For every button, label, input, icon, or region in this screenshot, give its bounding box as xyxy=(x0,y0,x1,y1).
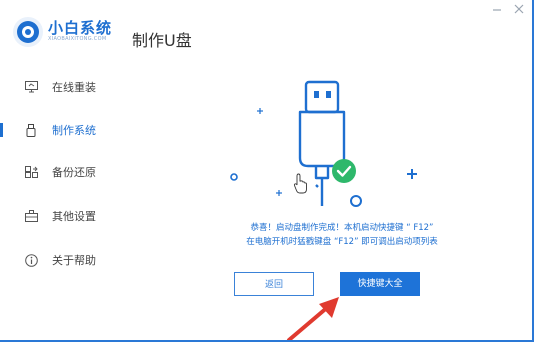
decorative-ring xyxy=(350,195,362,207)
usb-icon xyxy=(24,123,38,137)
sparkle-icon xyxy=(276,190,282,196)
hand-cursor-icon xyxy=(293,173,307,194)
annotation-arrow-icon xyxy=(287,297,339,342)
xiaobai-logo xyxy=(13,17,43,47)
sidebar-item-other-settings[interactable]: 其他设置 xyxy=(0,202,115,230)
sidebar-item-label: 制作系统 xyxy=(52,124,96,137)
message-line-1: 恭喜！启动盘制作完成！本机启动快捷键 “ F12” xyxy=(250,223,434,233)
backup-icon xyxy=(24,165,38,179)
active-indicator xyxy=(0,123,3,137)
brand-subtitle: XIAOBAIXITONG.COM xyxy=(48,36,107,42)
close-icon[interactable] xyxy=(512,4,526,18)
sidebar-item-make-system[interactable]: 制作系统 xyxy=(0,116,115,144)
monitor-icon xyxy=(24,80,38,94)
page-title: 制作U盘 xyxy=(132,31,192,50)
sidebar-item-label: 其他设置 xyxy=(52,210,96,223)
briefcase-icon xyxy=(24,209,38,223)
message-line-2: 在电脑开机时猛戳键盘 “F12” 即可调出启动项列表 xyxy=(246,237,438,247)
sidebar-item-label: 备份还原 xyxy=(52,166,96,179)
sidebar-item-label: 在线重装 xyxy=(52,81,96,94)
minimize-icon[interactable] xyxy=(490,4,504,18)
sidebar-item-backup-restore[interactable]: 备份还原 xyxy=(0,158,115,186)
info-icon xyxy=(24,253,38,267)
sidebar-item-about-help[interactable]: 关于帮助 xyxy=(0,246,115,274)
completion-message: 恭喜！启动盘制作完成！本机启动快捷键 “ F12” 在电脑开机时猛戳键盘 “F1… xyxy=(150,221,534,249)
success-check-icon xyxy=(332,159,356,183)
sparkle-icon xyxy=(257,108,263,114)
sidebar-item-online-reinstall[interactable]: 在线重装 xyxy=(0,73,115,101)
app-window: 小白系统 XIAOBAIXITONG.COM 制作U盘 在线重装 制作系统 备份… xyxy=(0,0,534,342)
sparkle-icon xyxy=(407,169,417,179)
window-controls xyxy=(490,4,526,18)
usb-success-illustration xyxy=(230,80,417,207)
decorative-ring xyxy=(230,173,238,181)
sidebar: 在线重装 制作系统 备份还原 其他设置 关于帮助 xyxy=(0,64,115,342)
sidebar-item-label: 关于帮助 xyxy=(52,254,96,267)
brand-name: 小白系统 xyxy=(48,19,113,37)
